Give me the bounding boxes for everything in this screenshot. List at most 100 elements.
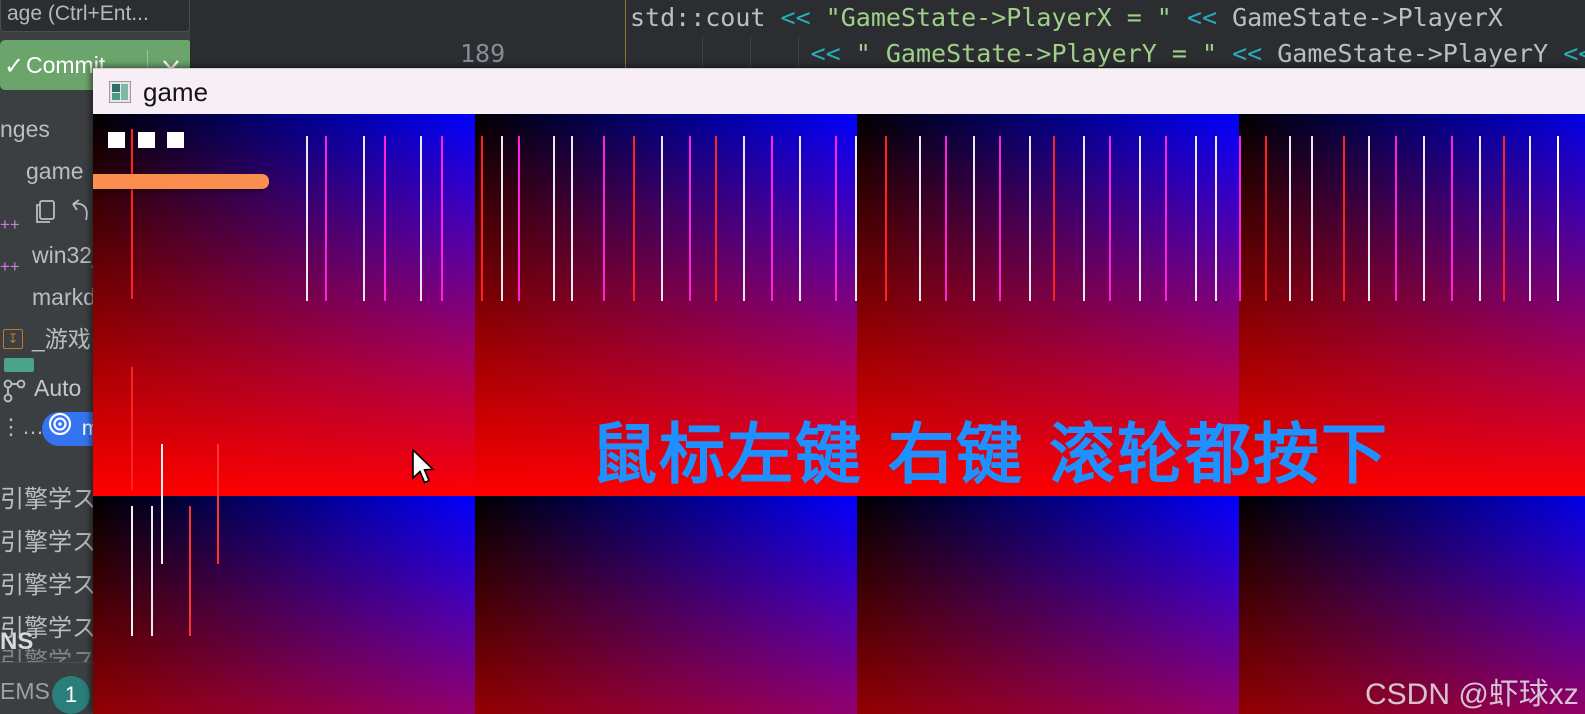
vertical-line	[501, 136, 503, 301]
vertical-line	[161, 444, 163, 564]
vertical-line	[1265, 136, 1267, 301]
sidebar-item-label: game	[26, 158, 84, 184]
code-line: std::cout << "GameState->PlayerX = " << …	[630, 0, 1503, 36]
vertical-line	[1395, 136, 1397, 301]
code-token: std::cout	[630, 3, 781, 32]
vertical-line	[420, 136, 422, 301]
game-window-title: game	[143, 77, 209, 107]
vertical-line	[633, 136, 635, 301]
count-badge: 1	[52, 676, 90, 714]
mouse-pointer-icon	[411, 448, 437, 489]
code-token: " GameState->PlayerY = "	[855, 39, 1233, 68]
sidebar-item-label: nges	[0, 116, 50, 142]
code-token: "GameState->PlayerX = "	[825, 3, 1187, 32]
overlay-instruction-text: 鼠标左键 右键 滚轮都按下	[591, 416, 1389, 493]
vertical-line	[131, 506, 133, 636]
vertical-line	[481, 136, 483, 301]
code-token: <<	[1186, 3, 1233, 32]
diff-plus-icon: ++	[0, 257, 20, 276]
vertical-line	[1109, 136, 1111, 301]
vertical-line	[1557, 136, 1559, 301]
vertical-line	[131, 367, 133, 490]
vertical-line	[1053, 136, 1055, 301]
code-token: <<	[1563, 39, 1585, 68]
more-options-icon[interactable]: ⋮…	[0, 414, 44, 440]
gradient-tile	[93, 114, 475, 496]
vertical-line	[1029, 136, 1031, 301]
vertical-line	[217, 444, 219, 564]
code-token: GameState->PlayerX	[1232, 3, 1503, 32]
vertical-line	[1343, 136, 1345, 301]
vertical-line	[1083, 136, 1085, 301]
vertical-line	[799, 136, 801, 301]
vertical-line	[571, 136, 573, 301]
gradient-tile	[475, 496, 857, 714]
game-canvas[interactable]: 鼠标左键 右键 滚轮都按下 CSDN @虾球xz	[93, 114, 1585, 714]
vertical-line	[835, 136, 837, 301]
download-box-icon: ↧	[3, 329, 23, 349]
vertical-line	[945, 136, 947, 301]
file-copy-icon[interactable]	[34, 196, 60, 234]
gutter-row: 190 190	[380, 36, 625, 140]
app-window-icon	[109, 81, 131, 103]
vertical-line	[1479, 136, 1481, 301]
code-token: <<	[1232, 39, 1278, 68]
vertical-line	[715, 136, 717, 301]
code-token: <<	[780, 3, 826, 32]
hud-progress-bar	[93, 174, 269, 189]
revert-arrow-icon[interactable]	[68, 196, 94, 234]
vertical-line	[855, 136, 857, 301]
vertical-line	[151, 506, 153, 636]
vertical-line	[885, 136, 887, 301]
code-line: << " GameState->PlayerY = " << GameState…	[630, 36, 1585, 72]
ns-label: NS	[0, 628, 34, 655]
vertical-line	[306, 136, 308, 301]
game-window-titlebar[interactable]: game	[93, 68, 1585, 114]
target-icon	[48, 412, 72, 447]
vertical-line	[919, 136, 921, 301]
branch-label: Auto	[34, 375, 82, 401]
vertical-line	[661, 136, 663, 301]
vertical-line	[189, 506, 191, 636]
vertical-line	[743, 136, 745, 301]
vertical-line	[689, 136, 691, 301]
vertical-line	[1139, 136, 1141, 301]
sidebar-cn-label: 引擎学ス	[0, 486, 96, 513]
vertical-line	[1195, 136, 1197, 301]
branch-icon	[2, 376, 30, 416]
vertical-line	[771, 136, 773, 301]
vertical-line	[999, 136, 1001, 301]
vertical-line	[1503, 136, 1505, 301]
hud-square	[138, 132, 155, 148]
editor-gutter: 189 189 190 190	[380, 0, 626, 140]
vertical-line	[518, 136, 520, 301]
vertical-line	[1215, 136, 1217, 301]
diff-plus-icon: ++	[0, 215, 20, 234]
ems-label: EMS	[0, 678, 50, 704]
vertical-line	[131, 129, 133, 299]
game-window[interactable]: game 鼠标左键 右键 滚轮都按下 CSDN @虾球xz	[93, 68, 1585, 714]
code-token: GameState->PlayerY	[1277, 39, 1564, 68]
gutter-row: 189 189	[380, 0, 625, 104]
vertical-line	[553, 136, 555, 301]
screen-root: 189 189 190 190 std::cout << "GameState-…	[0, 0, 1585, 714]
vertical-line	[363, 136, 365, 301]
vertical-line	[325, 136, 327, 301]
commit-tooltip: age (Ctrl+Ent...	[0, 0, 190, 32]
code-token: <<	[810, 39, 856, 68]
sidebar-cn-label: 引擎学ス	[0, 572, 96, 599]
vertical-line	[1239, 136, 1241, 301]
check-icon: ✓	[4, 53, 25, 80]
vertical-line	[603, 136, 605, 301]
vertical-line	[1368, 136, 1370, 301]
vertical-line	[441, 136, 443, 301]
hud-square	[108, 132, 125, 148]
vertical-line	[1165, 136, 1167, 301]
csdn-watermark: CSDN @虾球xz	[1365, 678, 1579, 711]
vertical-line	[1423, 136, 1425, 301]
vertical-line	[1311, 136, 1313, 301]
vertical-line	[384, 136, 386, 301]
vertical-line	[1529, 136, 1531, 301]
code-editor[interactable]: 189 189 190 190 std::cout << "GameState-…	[190, 0, 1585, 140]
hud-square	[167, 132, 184, 148]
